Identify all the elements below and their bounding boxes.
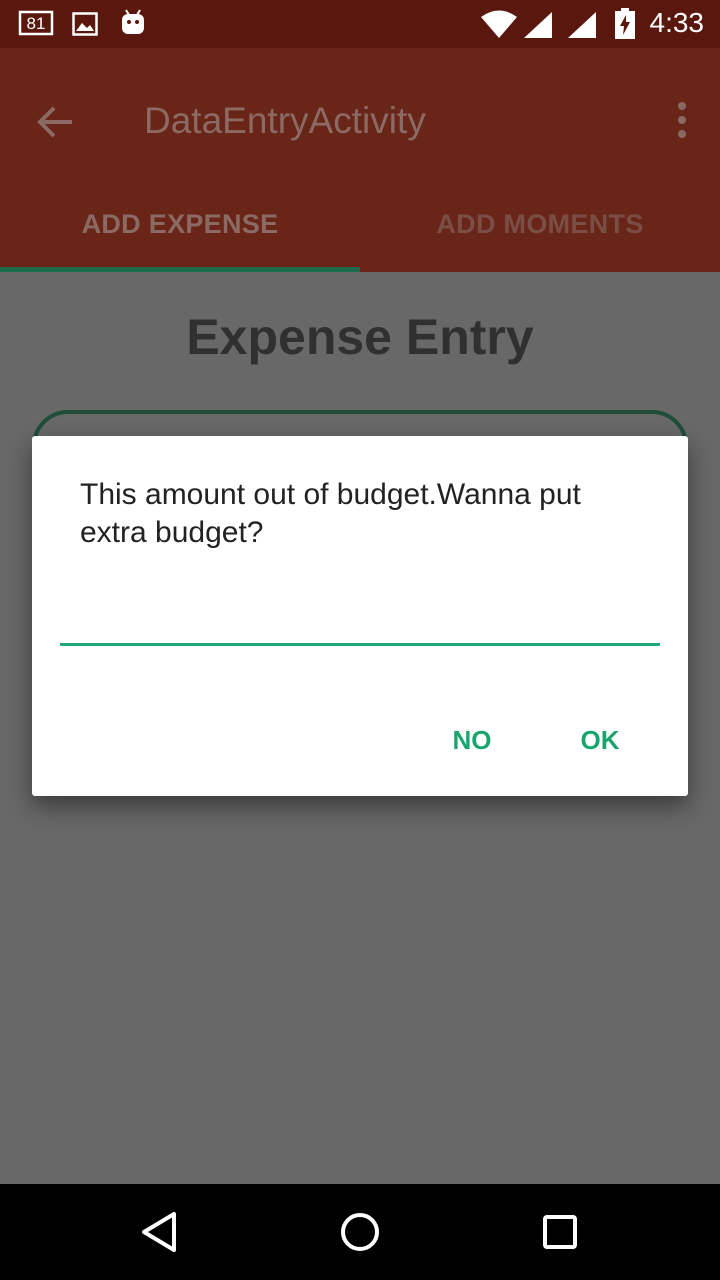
- tab-add-expense[interactable]: ADD EXPENSE: [0, 176, 360, 272]
- arrow-back-icon: [37, 106, 72, 138]
- wifi-icon: [480, 10, 518, 45]
- app-title: DataEntryActivity: [144, 100, 426, 141]
- tab-indicator: [0, 267, 360, 272]
- budget-dialog: This amount out of budget.Wanna put extr…: [32, 436, 688, 796]
- home-circle-icon: [341, 1213, 379, 1251]
- status-time: 4:33: [649, 7, 705, 38]
- battery-charging-icon: [614, 8, 636, 45]
- nav-recents-button[interactable]: [536, 1208, 584, 1256]
- tab-add-moments[interactable]: ADD MOMENTS: [360, 176, 720, 272]
- nav-home-button[interactable]: [336, 1208, 384, 1256]
- app-bar: DataEntryActivity ADD EXPENSE ADD MOMENT…: [0, 48, 720, 272]
- notification-count-icon: 81: [18, 10, 56, 36]
- recents-square-icon: [543, 1215, 577, 1249]
- image-icon: [72, 12, 98, 41]
- extra-budget-input[interactable]: [60, 596, 660, 646]
- more-vert-icon: [678, 102, 686, 138]
- notification-badge-count: 81: [27, 14, 46, 33]
- page-title: Expense Entry: [186, 309, 534, 365]
- overflow-menu-button[interactable]: [670, 100, 694, 140]
- status-bar: 81 4:33: [0, 0, 720, 48]
- navigation-bar: [0, 1184, 720, 1280]
- signal-icon-2: [566, 10, 598, 45]
- nav-back-button[interactable]: [136, 1208, 184, 1256]
- android-icon: [120, 8, 146, 41]
- ok-button[interactable]: OK: [564, 712, 636, 768]
- signal-icon: [522, 10, 554, 45]
- back-button[interactable]: [28, 94, 84, 150]
- dialog-message: This amount out of budget.Wanna put extr…: [80, 478, 581, 549]
- back-triangle-icon: [142, 1212, 176, 1252]
- no-button[interactable]: NO: [436, 712, 508, 768]
